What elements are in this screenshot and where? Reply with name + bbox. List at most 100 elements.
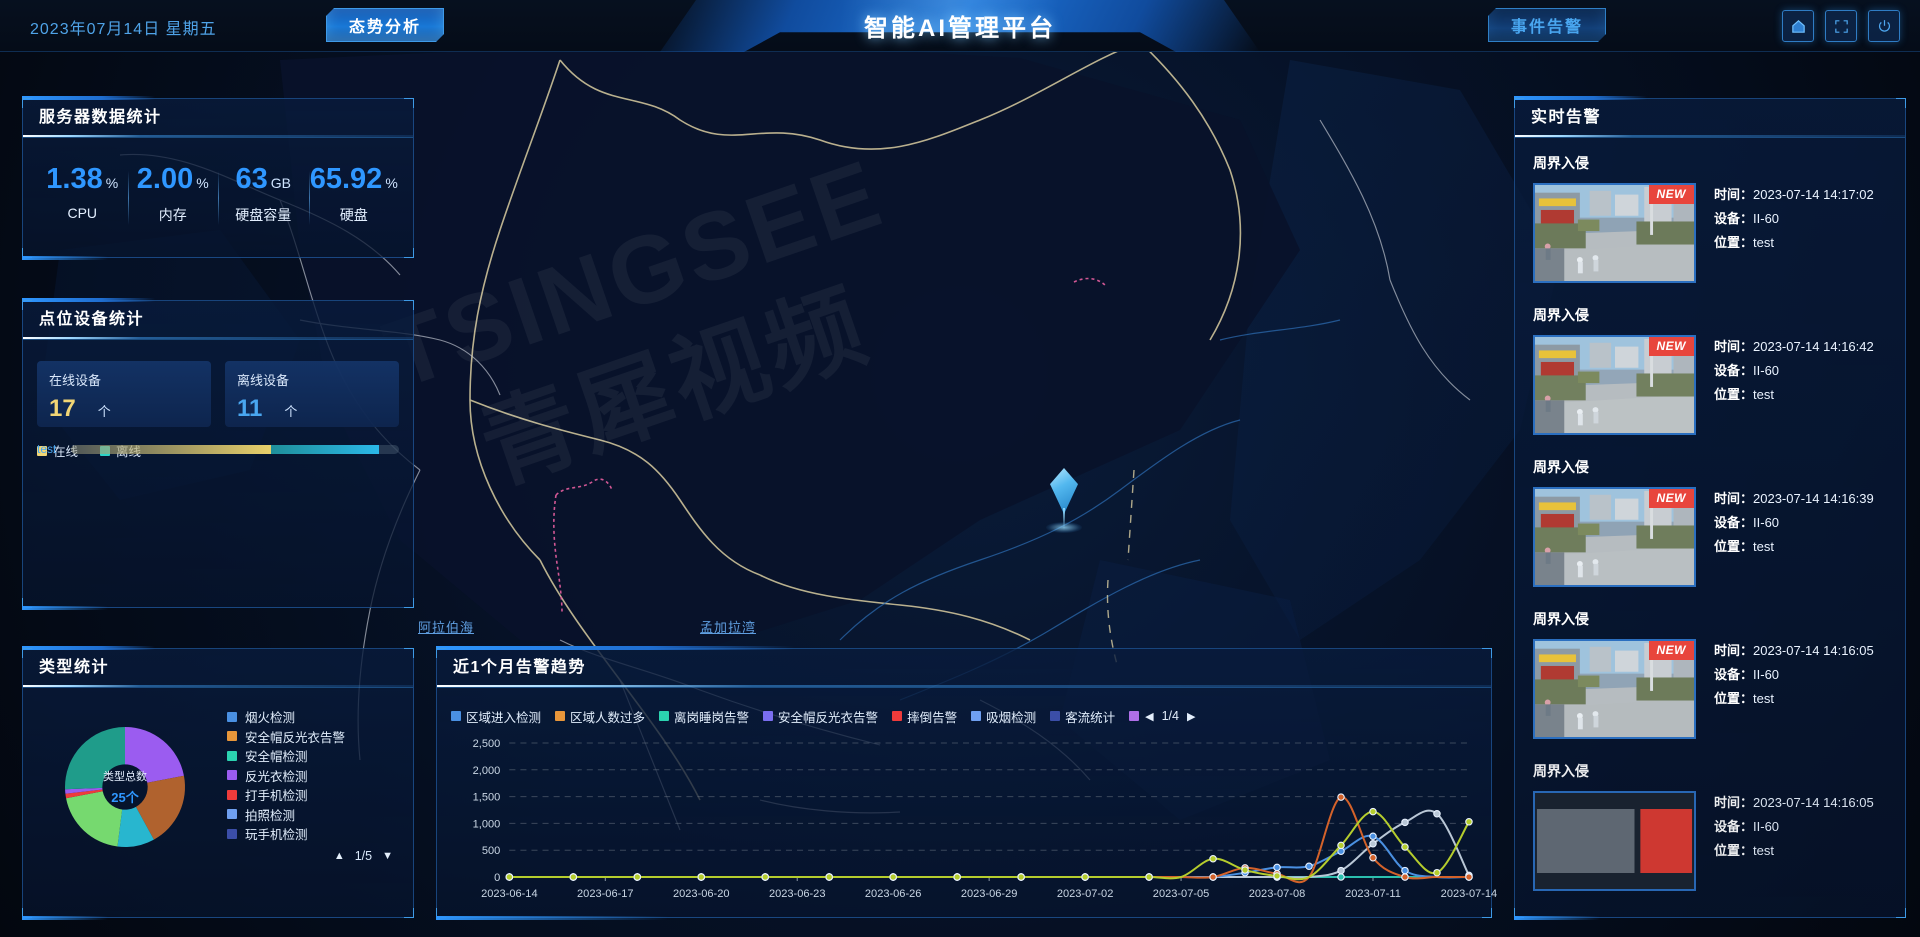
trend-point[interactable] <box>633 873 642 881</box>
trend-point[interactable] <box>1465 818 1473 826</box>
alarm-thumbnail[interactable]: NEW <box>1533 183 1696 283</box>
donut-slice[interactable] <box>125 727 184 783</box>
alarm-item-body: 时间：2023-07-14 14:16:05 设备：II-60 位置：test <box>1533 791 1887 891</box>
trend-legend-item[interactable]: 离岗睡岗告警 <box>659 707 749 726</box>
alarm-item[interactable]: 周界入侵 时间：2023-07-14 14:16:05 设备：II-60 位置：… <box>1533 761 1887 891</box>
trend-point[interactable] <box>953 873 961 881</box>
alarm-item-body: NEW 时间：2023-07-14 14:16:42 设备：II-60 位置：t… <box>1533 335 1887 435</box>
device-card-online[interactable]: 在线设备 17 个 <box>37 361 211 427</box>
trend-pager-prev-icon[interactable]: ◀ <box>1145 710 1153 723</box>
trend-pager-next-icon[interactable]: ▶ <box>1187 710 1195 723</box>
type-legend-item[interactable]: 玩手机检测 <box>227 824 399 844</box>
trend-point[interactable] <box>1401 873 1409 881</box>
device-card-offline[interactable]: 离线设备 11 个 <box>225 361 399 427</box>
device-bar-track <box>71 444 399 454</box>
type-legend-item[interactable]: 烟火检测 <box>227 707 399 727</box>
trend-legend-item-partial[interactable] <box>1129 711 1140 721</box>
type-legend-item[interactable]: 打手机检测 <box>227 785 399 805</box>
stat-memory-value-wrap: 2.00% <box>128 165 219 194</box>
trend-legend-label: 安全帽反光衣告警 <box>778 710 879 725</box>
situation-analysis-button[interactable]: 态势分析 <box>326 8 444 42</box>
donut-slice[interactable] <box>65 727 125 790</box>
trend-legend-item[interactable]: 安全帽反光衣告警 <box>763 707 878 726</box>
alarm-time-row: 时间：2023-07-14 14:16:05 <box>1714 791 1874 815</box>
alarm-thumbnail[interactable]: NEW <box>1533 639 1696 739</box>
trend-point[interactable] <box>825 873 833 881</box>
alarm-item-title: 周界入侵 <box>1533 763 1589 779</box>
alarm-thumbnail[interactable]: NEW <box>1533 487 1696 587</box>
type-legend-item[interactable]: 拍照检测 <box>227 805 399 825</box>
alarm-list[interactable]: 周界入侵 NEW 时间：2023-07-14 14:17:02 设备：II-60… <box>1515 139 1905 917</box>
alarm-location-label: 位置： <box>1714 387 1754 402</box>
home-button[interactable] <box>1782 10 1814 42</box>
alarm-trend-panel: 近1个月告警趋势 区域进入检测 区域人数过多 离岗睡岗告警 安全帽反光衣告警 摔… <box>436 646 1498 920</box>
trend-point[interactable] <box>1369 807 1377 816</box>
trend-point[interactable] <box>1433 868 1441 877</box>
trend-legend-item[interactable]: 区域进入检测 <box>451 707 541 726</box>
device-stats-body: 在线设备 17 个 离线设备 11 个 在线 test <box>23 339 413 470</box>
donut-slice[interactable] <box>66 791 123 847</box>
trend-point[interactable] <box>1337 841 1345 850</box>
trend-point[interactable] <box>889 873 897 881</box>
legend-swatch-icon <box>227 789 237 800</box>
trend-point[interactable] <box>1337 866 1345 875</box>
trend-point[interactable] <box>505 873 514 881</box>
type-legend-item[interactable]: 安全帽检测 <box>227 746 399 766</box>
alarm-location-row: 位置：test <box>1714 687 1874 711</box>
trend-point[interactable] <box>1273 863 1281 872</box>
type-pager-text: 1/5 <box>354 848 373 863</box>
trend-legend-item[interactable]: 区域人数过多 <box>555 707 645 726</box>
site-marker[interactable] <box>1044 468 1084 538</box>
server-stats-title: 服务器数据统计 <box>23 99 413 138</box>
trend-legend-item[interactable]: 摔倒告警 <box>892 707 957 726</box>
trend-point[interactable] <box>1401 866 1409 875</box>
trend-point[interactable] <box>1145 873 1153 881</box>
trend-point[interactable] <box>1337 793 1345 801</box>
trend-point[interactable] <box>569 873 578 881</box>
trend-point[interactable] <box>1337 873 1345 881</box>
type-pager-up-icon[interactable]: ▲ <box>334 850 345 862</box>
alarm-thumbnail[interactable] <box>1533 791 1696 891</box>
type-chart-wrap: 类型总数 25个 烟火检测 安全帽反光衣告警 安全帽检测 反光衣检测 打手机检测… <box>37 701 399 867</box>
trend-legend-item[interactable]: 吸烟检测 <box>971 707 1036 726</box>
legend-swatch-icon <box>227 770 237 781</box>
trend-point[interactable] <box>1241 866 1249 874</box>
alarm-item[interactable]: 周界入侵 <box>1533 609 1887 739</box>
trend-point[interactable] <box>1273 872 1281 880</box>
alarm-item[interactable]: 周界入侵 <box>1533 457 1887 587</box>
event-alarm-button[interactable]: 事件告警 <box>1488 8 1606 42</box>
trend-chart[interactable]: 0 500 1,000 1,500 2,000 2,500 2023-06-14 2023-0… <box>451 735 1498 911</box>
legend-swatch-icon <box>227 750 237 761</box>
type-legend-item[interactable]: 反光衣检测 <box>227 766 399 786</box>
corner-tick <box>404 598 414 608</box>
trend-point[interactable] <box>761 873 770 881</box>
type-donut-chart[interactable]: 类型总数 25个 <box>45 707 205 867</box>
trend-point[interactable] <box>1401 843 1409 851</box>
alarm-time-row: 时间：2023-07-14 14:16:42 <box>1714 335 1874 359</box>
type-legend-item[interactable]: 安全帽反光衣告警 <box>227 727 399 747</box>
map-label-bay-of-bengal-text: 孟加拉湾 <box>700 620 757 635</box>
alarm-location-value: test <box>1753 387 1774 402</box>
trend-point[interactable] <box>1209 855 1217 863</box>
power-button[interactable] <box>1868 10 1900 42</box>
trend-point[interactable] <box>1209 873 1217 881</box>
alarm-thumbnail[interactable]: NEW <box>1533 335 1696 435</box>
trend-point[interactable] <box>1017 873 1025 881</box>
alarm-device-value: II-60 <box>1753 819 1780 834</box>
trend-point[interactable] <box>1433 810 1441 818</box>
trend-point[interactable] <box>1465 873 1473 881</box>
fullscreen-button[interactable] <box>1825 10 1857 42</box>
alarm-item[interactable]: 周界入侵 <box>1533 305 1887 435</box>
realtime-alarm-title-text: 实时告警 <box>1531 109 1602 126</box>
trend-point[interactable] <box>1369 832 1377 841</box>
trend-point[interactable] <box>1081 873 1089 881</box>
trend-point[interactable] <box>1401 818 1409 827</box>
app-header: 2023年07月14日 星期五 智能AI管理平台 态势分析 事件告警 <box>0 0 1920 52</box>
trend-point[interactable] <box>1369 853 1377 862</box>
trend-point[interactable] <box>697 873 706 881</box>
trend-point[interactable] <box>1369 840 1377 848</box>
alarm-item[interactable]: 周界入侵 <box>1533 153 1887 283</box>
trend-legend-item[interactable]: 客流统计 <box>1050 707 1115 726</box>
trend-point[interactable] <box>1305 862 1313 871</box>
type-pager-down-icon[interactable]: ▼ <box>382 850 393 862</box>
